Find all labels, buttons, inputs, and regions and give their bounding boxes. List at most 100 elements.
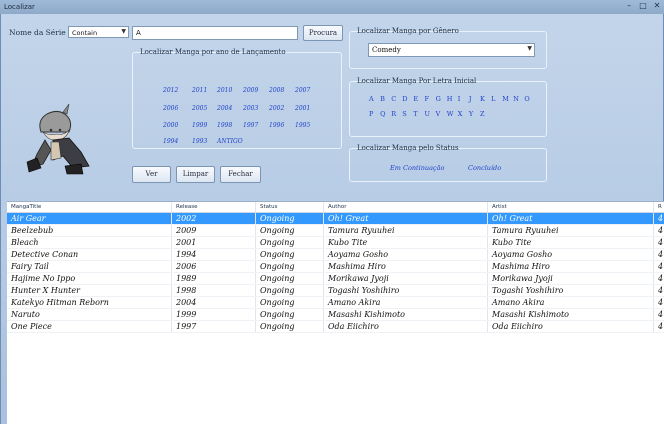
status-ongoing-link[interactable]: Em Continuação bbox=[390, 164, 444, 172]
year-link[interactable]: 2007 bbox=[295, 87, 310, 94]
year-link[interactable]: 2008 bbox=[269, 87, 284, 94]
letter-link[interactable]: P bbox=[369, 110, 373, 118]
year-link[interactable]: 2011 bbox=[192, 87, 207, 94]
letter-link[interactable]: B bbox=[380, 95, 385, 103]
status-completed-link[interactable]: Concluído bbox=[468, 164, 501, 172]
letter-link[interactable]: Z bbox=[480, 110, 485, 118]
letter-link[interactable]: J bbox=[469, 95, 472, 103]
table-row[interactable]: Naruto 1999 Ongoing Masashi Kishimoto Masash… bbox=[7, 309, 664, 321]
letter-link[interactable]: G bbox=[436, 95, 441, 103]
letter-link[interactable]: X bbox=[458, 110, 463, 118]
letter-link[interactable]: W bbox=[447, 110, 454, 118]
table-cell: 2001 bbox=[172, 237, 256, 248]
table-cell: Oh! Great bbox=[488, 213, 654, 224]
table-cell: Tamura Ryuuhei bbox=[324, 225, 488, 236]
column-header-r[interactable]: R bbox=[654, 202, 664, 212]
letter-link[interactable]: D bbox=[402, 95, 407, 103]
clear-button[interactable]: Limpar bbox=[176, 166, 215, 183]
year-link[interactable]: 1996 bbox=[269, 122, 284, 129]
year-link[interactable]: 1994 bbox=[163, 138, 178, 145]
year-link[interactable]: 2001 bbox=[295, 105, 310, 112]
letter-link[interactable]: C bbox=[391, 95, 396, 103]
column-header-title[interactable]: MangaTitle bbox=[7, 202, 172, 212]
chevron-down-icon: ▼ bbox=[121, 28, 126, 35]
year-link[interactable]: 2005 bbox=[192, 105, 207, 112]
search-mode-select[interactable]: Contain ▼ bbox=[68, 26, 129, 38]
column-header-author[interactable]: Author bbox=[324, 202, 488, 212]
year-link[interactable]: 2006 bbox=[163, 105, 178, 112]
letter-link[interactable]: T bbox=[413, 110, 417, 118]
table-cell: 1994 bbox=[172, 249, 256, 260]
series-name-label: Nome da Série bbox=[9, 28, 66, 37]
close-button[interactable]: ✕ bbox=[652, 1, 662, 11]
table-cell: Masashi Kishimoto bbox=[324, 309, 488, 320]
letter-link[interactable]: F bbox=[425, 95, 430, 103]
search-input[interactable]: A bbox=[132, 26, 298, 40]
maximize-button[interactable]: □ bbox=[638, 1, 648, 11]
year-link[interactable]: 2010 bbox=[217, 87, 232, 94]
letter-link[interactable]: O bbox=[524, 95, 529, 103]
table-row[interactable]: Katekyo Hitman Reborn 2004 Ongoing Amano Ak… bbox=[7, 297, 664, 309]
table-cell: 4 bbox=[658, 214, 664, 223]
letter-link[interactable]: U bbox=[425, 110, 430, 118]
table-cell: Ongoing bbox=[256, 213, 324, 224]
letter-link[interactable]: V bbox=[436, 110, 441, 118]
letter-link[interactable]: N bbox=[513, 95, 519, 103]
letter-link[interactable]: Q bbox=[380, 110, 385, 118]
table-cell: 1998 bbox=[172, 285, 256, 296]
letter-link[interactable]: R bbox=[391, 110, 396, 118]
year-link[interactable]: 1993 bbox=[192, 138, 207, 145]
table-cell: Hunter X Hunter bbox=[7, 285, 172, 296]
table-row[interactable]: Fairy Tail 2006 Ongoing Mashima Hiro Mashima… bbox=[7, 261, 664, 273]
minimize-button[interactable]: – bbox=[624, 1, 634, 11]
letter-link[interactable]: L bbox=[491, 95, 495, 103]
table-cell: 1997 bbox=[172, 321, 256, 332]
title-bar: Localizar – □ ✕ bbox=[0, 0, 664, 14]
letter-link[interactable]: A bbox=[369, 95, 374, 103]
year-link[interactable]: ANTIGO bbox=[217, 138, 243, 145]
table-cell: Togashi Yoshihiro bbox=[324, 285, 488, 296]
table-row[interactable]: Hajime No Ippo 1989 Ongoing Morikawa Jyoji M… bbox=[7, 273, 664, 285]
letter-link[interactable]: I bbox=[458, 95, 461, 103]
letter-link[interactable]: H bbox=[447, 95, 453, 103]
year-link[interactable]: 2003 bbox=[243, 105, 258, 112]
year-link[interactable]: 2000 bbox=[163, 122, 178, 129]
close-form-button[interactable]: Fechar bbox=[220, 166, 261, 183]
table-row[interactable]: One Piece 1997 Ongoing Oda Eiichiro Oda Eiic… bbox=[7, 321, 664, 333]
window-title: Localizar bbox=[4, 3, 35, 11]
year-link[interactable]: 1998 bbox=[217, 122, 232, 129]
letter-link[interactable]: M bbox=[502, 95, 509, 103]
letter-link[interactable]: K bbox=[480, 95, 485, 103]
view-button[interactable]: Ver bbox=[132, 166, 171, 183]
letter-link[interactable]: E bbox=[413, 95, 418, 103]
year-link[interactable]: 2009 bbox=[243, 87, 258, 94]
year-link[interactable]: 2002 bbox=[269, 105, 284, 112]
genre-group-title: Localizar Manga por Gênero bbox=[357, 27, 459, 35]
table-cell: Masashi Kishimoto bbox=[488, 309, 654, 320]
table-row[interactable]: Hunter X Hunter 1998 Ongoing Togashi Yoshih… bbox=[7, 285, 664, 297]
letter-link[interactable]: S bbox=[402, 110, 406, 118]
table-row[interactable]: Beelzebub 2009 Ongoing Tamura Ryuuhei Tamura… bbox=[7, 225, 664, 237]
year-link[interactable]: 1997 bbox=[243, 122, 258, 129]
table-cell: Amano Akira bbox=[488, 297, 654, 308]
table-cell: Morikawa Jyoji bbox=[488, 273, 654, 284]
table-cell: 1989 bbox=[172, 273, 256, 284]
letter-link[interactable]: Y bbox=[469, 110, 473, 118]
status-group: Localizar Manga pelo Status Em Continuaç… bbox=[349, 144, 547, 182]
column-header-artist[interactable]: Artist bbox=[488, 202, 654, 212]
search-button[interactable]: Procura bbox=[303, 25, 343, 41]
table-cell: 4 bbox=[658, 262, 664, 271]
table-row[interactable]: Bleach 2001 Ongoing Kubo Tite Kubo Tite 4 bbox=[7, 237, 664, 249]
status-group-title: Localizar Manga pelo Status bbox=[357, 144, 459, 152]
year-link[interactable]: 1999 bbox=[192, 122, 207, 129]
column-header-release[interactable]: Release bbox=[172, 202, 256, 212]
table-cell: Oh! Great bbox=[324, 213, 488, 224]
search-input-value: A bbox=[136, 29, 141, 37]
year-link[interactable]: 2012 bbox=[163, 87, 178, 94]
year-link[interactable]: 2004 bbox=[217, 105, 232, 112]
year-link[interactable]: 1995 bbox=[295, 122, 310, 129]
column-header-status[interactable]: Status bbox=[256, 202, 324, 212]
genre-select[interactable]: Comedy ▼ bbox=[368, 43, 535, 57]
table-row[interactable]: Detective Conan 1994 Ongoing Aoyama Gosho Ao… bbox=[7, 249, 664, 261]
table-row[interactable]: Air Gear 2002 Ongoing Oh! Great Oh! Great 4 bbox=[7, 213, 664, 225]
